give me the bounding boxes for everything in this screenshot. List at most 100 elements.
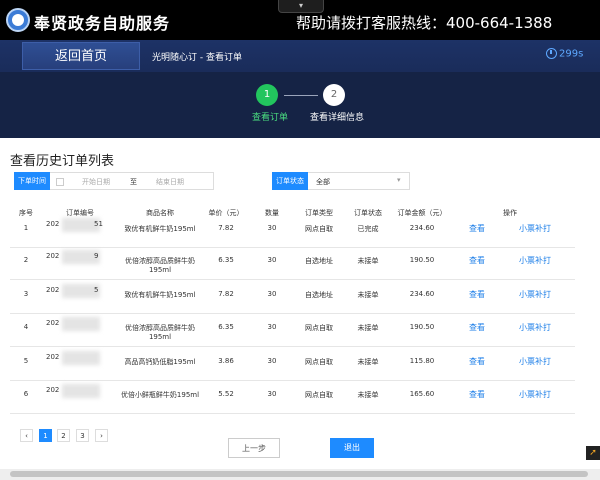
date-separator: 至 <box>130 178 137 186</box>
cell-product: 致优有机鲜牛奶195ml <box>124 225 196 233</box>
cell-order-suffix: 51 <box>94 220 103 228</box>
title-bar: 奉贤政务自助服务 ▾ 帮助请拨打客服热线：400-664-1388 <box>0 0 600 40</box>
redacted-order-number <box>62 384 100 398</box>
cell-price: 7.82 <box>218 224 234 232</box>
cell-price: 5.52 <box>218 390 234 398</box>
pagination-page-1[interactable]: 1 <box>39 429 52 442</box>
chevron-down-icon: ▾ <box>397 176 401 184</box>
pagination-page-2[interactable]: 2 <box>57 429 70 442</box>
status-select[interactable]: 全部 ▾ <box>308 172 410 190</box>
page-title: 查看历史订单列表 <box>10 154 115 169</box>
app-logo-icon <box>6 8 30 32</box>
cell-amount: 234.60 <box>409 290 435 298</box>
step-2-label: 查看详细信息 <box>310 113 365 123</box>
app-title: 奉贤政务自助服务 <box>34 14 171 33</box>
hotline-text: 帮助请拨打客服热线：400-664-1388 <box>296 14 553 32</box>
cell-order-prefix: 202 <box>46 252 60 260</box>
prev-step-button[interactable]: 上一步 <box>228 438 280 458</box>
order-status-label: 订单状态 <box>272 172 308 190</box>
cell-index: 6 <box>23 390 29 398</box>
cell-amount: 165.60 <box>409 390 435 398</box>
cell-index: 4 <box>23 323 29 331</box>
cell-product: 优倍浓醇高品质鲜牛奶195ml <box>125 324 195 341</box>
reprint-receipt-link[interactable]: 小票补打 <box>510 322 560 333</box>
cell-order-prefix: 202 <box>46 286 60 294</box>
cell-type: 网点自取 <box>305 358 333 366</box>
reprint-receipt-link[interactable]: 小票补打 <box>510 223 560 234</box>
cell-amount: 190.50 <box>409 323 435 331</box>
view-order-link[interactable]: 查看 <box>462 389 492 400</box>
reprint-receipt-link[interactable]: 小票补打 <box>510 289 560 300</box>
step-1-label: 查看订单 <box>252 113 289 123</box>
cell-amount: 115.80 <box>409 357 435 365</box>
cell-order-prefix: 202 <box>46 386 60 394</box>
cell-status: 未接单 <box>357 291 379 299</box>
view-order-link[interactable]: 查看 <box>462 289 492 300</box>
cell-amount: 190.50 <box>409 256 435 264</box>
cell-status: 未接单 <box>357 391 379 399</box>
cell-price: 6.35 <box>218 256 234 264</box>
cell-status: 未接单 <box>357 358 379 366</box>
status-select-value: 全部 <box>316 178 330 186</box>
date-range-picker[interactable]: 开始日期 至 结束日期 <box>50 172 214 190</box>
horizontal-scrollbar[interactable] <box>0 469 600 480</box>
cell-amount: 234.60 <box>409 224 435 232</box>
start-date-input[interactable]: 开始日期 <box>82 177 110 187</box>
cell-type: 自选地址 <box>305 291 333 299</box>
cell-order-prefix: 202 <box>46 353 60 361</box>
cell-price: 3.86 <box>218 357 234 365</box>
step-2-circle: 2 <box>323 84 345 106</box>
cell-type: 网点自取 <box>305 225 333 233</box>
redacted-order-number <box>62 351 100 365</box>
step-connector <box>284 95 318 96</box>
cell-index: 5 <box>23 357 29 365</box>
view-order-link[interactable]: 查看 <box>462 223 492 234</box>
cell-product: 高品高钙奶低脂195ml <box>124 358 196 366</box>
breadcrumb: 光明随心订 - 查看订单 <box>152 53 242 63</box>
pagination-next-button[interactable]: › <box>95 429 108 442</box>
pointer-icon[interactable]: ➚ <box>586 446 600 460</box>
view-order-link[interactable]: 查看 <box>462 255 492 266</box>
cell-price: 7.82 <box>218 290 234 298</box>
cell-index: 2 <box>23 256 29 264</box>
exit-button[interactable]: 退出 <box>330 438 374 458</box>
pagination-page-3[interactable]: 3 <box>76 429 89 442</box>
cell-status: 已完成 <box>357 225 379 233</box>
cell-type: 网点自取 <box>305 324 333 332</box>
cell-price: 6.35 <box>218 323 234 331</box>
reprint-receipt-link[interactable]: 小票补打 <box>510 356 560 367</box>
reprint-receipt-link[interactable]: 小票补打 <box>510 255 560 266</box>
cell-qty: 30 <box>267 357 277 365</box>
clock-icon <box>546 48 557 59</box>
cell-qty: 30 <box>267 290 277 298</box>
end-date-input[interactable]: 结束日期 <box>156 177 184 187</box>
cell-index: 3 <box>23 290 29 298</box>
cell-type: 网点自取 <box>305 391 333 399</box>
cell-order-prefix: 202 <box>46 220 60 228</box>
cell-qty: 30 <box>267 390 277 398</box>
cell-status: 未接单 <box>357 257 379 265</box>
cell-order-prefix: 202 <box>46 319 60 327</box>
order-time-label: 下单时间 <box>14 172 50 190</box>
cell-type: 自选地址 <box>305 257 333 265</box>
step-1-circle: 1 <box>256 84 278 106</box>
home-button[interactable]: 返回首页 <box>22 42 140 70</box>
cell-product: 优倍小鲜瓶鲜牛奶195ml <box>120 391 200 399</box>
view-order-link[interactable]: 查看 <box>462 356 492 367</box>
progress-stepper <box>0 72 600 138</box>
reprint-receipt-link[interactable]: 小票补打 <box>510 389 560 400</box>
cell-order-suffix: 5 <box>94 286 99 294</box>
cell-order-suffix: 9 <box>94 252 99 260</box>
cell-index: 1 <box>23 224 29 232</box>
view-order-link[interactable]: 查看 <box>462 322 492 333</box>
scrollbar-thumb[interactable] <box>10 471 588 477</box>
cell-qty: 30 <box>267 256 277 264</box>
pagination-prev-button[interactable]: ‹ <box>20 429 33 442</box>
cell-product: 致优有机鲜牛奶195ml <box>124 291 196 299</box>
cell-product: 优倍浓醇高品质鲜牛奶195ml <box>125 257 195 274</box>
cell-status: 未接单 <box>357 324 379 332</box>
countdown-timer: 299s <box>546 48 583 60</box>
redacted-order-number <box>62 317 100 331</box>
cell-qty: 30 <box>267 224 277 232</box>
cell-qty: 30 <box>267 323 277 331</box>
